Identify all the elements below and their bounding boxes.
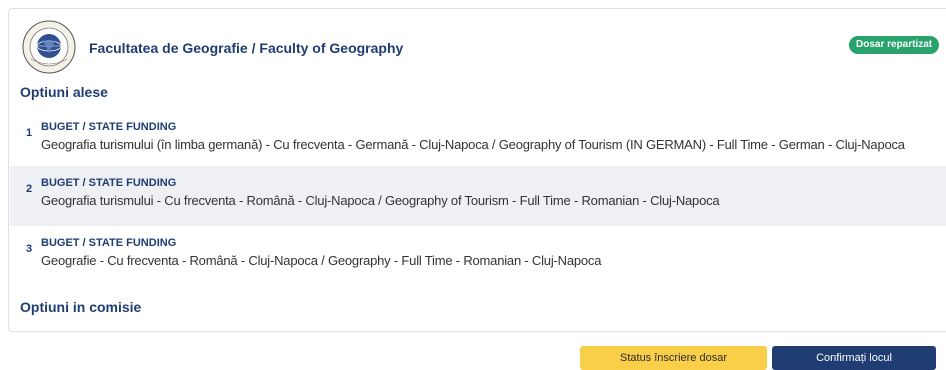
committee-options-title: Optiuni in comisie [20,299,142,315]
option-description: Geografie - Cu frecventa - Română - Cluj… [41,253,602,268]
confirm-place-button[interactable]: Confirmați locul [772,346,936,370]
option-number: 1 [26,127,33,139]
option-row-1: 1 BUGET / STATE FUNDING Geografia turism… [10,110,946,170]
option-number: 2 [26,183,33,195]
chosen-options-title: Optiuni alese [20,84,108,100]
option-funding-type: BUGET / STATE FUNDING [41,121,177,133]
option-description: Geografia turismului - Cu frecventa - Ro… [41,193,720,208]
option-row-2: 2 BUGET / STATE FUNDING Geografia turism… [10,166,946,226]
option-funding-type: BUGET / STATE FUNDING [41,237,177,249]
option-description: Geografia turismului (în limba germană) … [41,137,905,152]
option-row-3: 3 BUGET / STATE FUNDING Geografie - Cu f… [10,226,946,286]
status-application-button[interactable]: Status înscriere dosar [580,346,767,370]
option-number: 3 [26,243,33,255]
university-logo [21,19,77,75]
option-funding-type: BUGET / STATE FUNDING [41,177,177,189]
status-badge: Dosar repartizat [849,36,940,54]
application-card: Facultatea de Geografie / Faculty of Geo… [8,8,946,332]
faculty-title: Facultatea de Geografie / Faculty of Geo… [89,40,404,56]
